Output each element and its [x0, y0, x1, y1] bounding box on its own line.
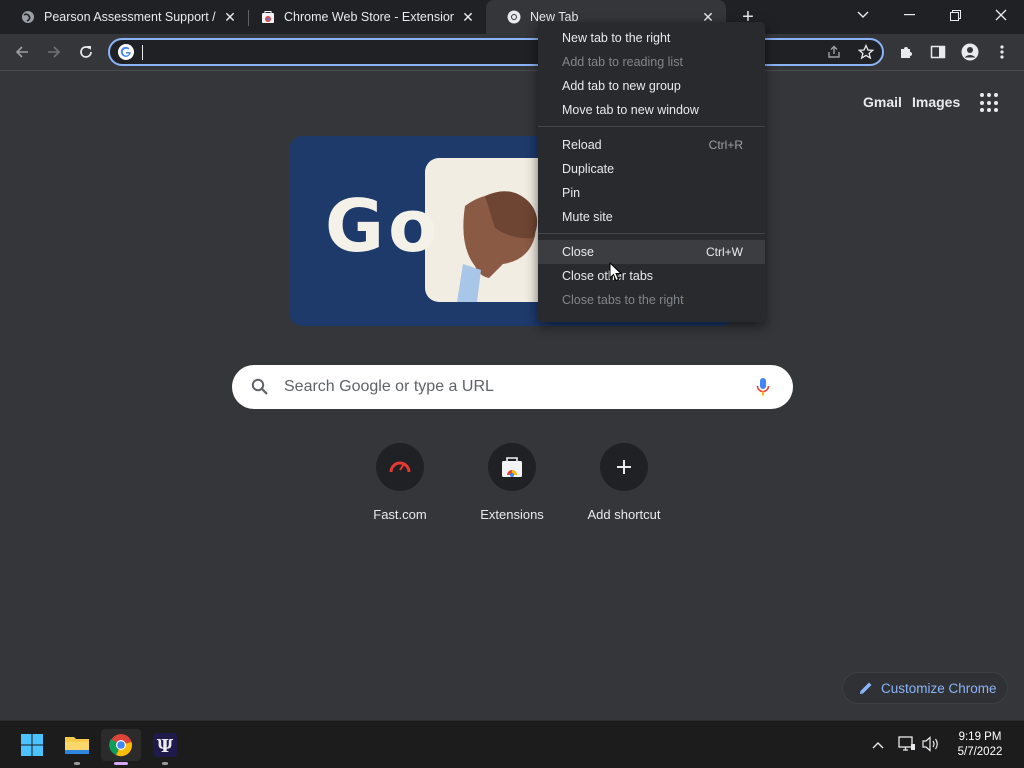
close-tab-icon[interactable]: ✕	[222, 9, 238, 25]
chrome-icon	[506, 9, 522, 25]
shortcut-label: Fast.com	[373, 507, 427, 522]
minimize-button[interactable]	[886, 0, 932, 30]
menu-item-label: Close other tabs	[562, 269, 654, 283]
clock-time: 9:19 PM	[958, 731, 1002, 743]
svg-text:Ψ: Ψ	[157, 736, 174, 757]
share-icon[interactable]	[826, 44, 842, 65]
reload-button[interactable]	[72, 38, 100, 66]
menu-item-reload[interactable]: Reload Ctrl+R	[538, 133, 765, 157]
chrome-taskbar-icon[interactable]	[101, 729, 141, 765]
menu-item-shortcut: Ctrl+W	[706, 245, 743, 259]
file-explorer-icon[interactable]	[57, 729, 97, 765]
pencil-icon	[859, 681, 873, 695]
gmail-link[interactable]: Gmail	[863, 94, 902, 110]
shortcut-fast-com[interactable]: Fast.com	[344, 443, 456, 533]
microphone-icon[interactable]	[755, 377, 771, 397]
menu-item-mute-site[interactable]: Mute site	[538, 205, 765, 229]
taskbar: Ψ	[0, 720, 1024, 768]
volume-icon[interactable]	[922, 736, 940, 755]
forward-button[interactable]	[40, 38, 68, 66]
tab-title: Chrome Web Store - Extensions	[284, 10, 454, 24]
bookmark-star-icon[interactable]	[857, 43, 875, 65]
close-tab-icon[interactable]: ✕	[460, 9, 476, 25]
psi-app-icon[interactable]: Ψ	[145, 729, 185, 765]
close-window-button[interactable]	[978, 0, 1024, 30]
network-icon[interactable]	[898, 736, 916, 755]
menu-item-label: Close	[562, 245, 594, 259]
menu-item-label: Mute site	[562, 210, 613, 224]
restore-button[interactable]	[932, 0, 978, 30]
speedometer-icon	[376, 443, 424, 491]
doodle-text: Go	[325, 184, 442, 268]
address-bar[interactable]	[108, 38, 884, 66]
menu-item-label: Move tab to new window	[562, 103, 699, 117]
extensions-puzzle-icon[interactable]	[892, 38, 920, 66]
tab-strip: Pearson Assessment Support / D ✕ Chrome …	[0, 0, 1024, 34]
menu-item-pin[interactable]: Pin	[538, 181, 765, 205]
menu-item-label: Duplicate	[562, 162, 615, 176]
chrome-web-store-icon	[260, 9, 276, 25]
menu-separator	[538, 126, 765, 127]
shortcut-label: Add shortcut	[587, 507, 661, 522]
text-caret	[142, 45, 143, 60]
menu-item-duplicate[interactable]: Duplicate	[538, 157, 765, 181]
menu-separator	[538, 233, 765, 234]
menu-item-new-tab-right[interactable]: New tab to the right	[538, 26, 765, 50]
shortcut-add[interactable]: Add shortcut	[568, 443, 680, 533]
search-input[interactable]	[284, 375, 744, 399]
tab-title: Pearson Assessment Support / D	[44, 10, 216, 24]
back-button[interactable]	[8, 38, 36, 66]
menu-item-label: Close tabs to the right	[562, 293, 684, 307]
tab-search-chevron-icon[interactable]	[840, 0, 886, 30]
profile-avatar-icon[interactable]	[956, 38, 984, 66]
ntp-search-box[interactable]	[232, 365, 793, 409]
running-indicator	[162, 762, 168, 765]
clock-date: 5/7/2022	[957, 746, 1003, 758]
menu-item-shortcut: Ctrl+R	[708, 138, 743, 152]
shortcut-label: Extensions	[480, 507, 544, 522]
menu-item-label: Reload	[562, 138, 602, 152]
running-indicator	[114, 762, 128, 765]
menu-item-label: New tab to the right	[562, 31, 671, 45]
google-apps-icon[interactable]	[980, 93, 1000, 113]
menu-item-close-tabs-right: Close tabs to the right	[538, 288, 765, 312]
search-icon	[250, 377, 270, 397]
kebab-menu-icon[interactable]	[988, 38, 1016, 66]
toolbar	[0, 34, 1024, 71]
menu-item-label: Pin	[562, 186, 581, 200]
customize-label: Customize Chrome	[881, 680, 997, 696]
customize-chrome-button[interactable]: Customize Chrome	[842, 672, 1008, 704]
plus-icon	[600, 443, 648, 491]
shortcut-extensions[interactable]: Extensions	[456, 443, 568, 533]
windows-start-icon[interactable]	[12, 729, 52, 761]
tab-context-menu: New tab to the right Add tab to reading …	[538, 22, 765, 322]
images-link[interactable]: Images	[912, 94, 960, 110]
tab-pearson[interactable]: Pearson Assessment Support / D ✕	[0, 0, 248, 34]
menu-item-close-other-tabs[interactable]: Close other tabs	[538, 264, 765, 288]
side-panel-icon[interactable]	[924, 38, 952, 66]
menu-item-label: Add tab to reading list	[562, 55, 683, 69]
tab-chrome-web-store[interactable]: Chrome Web Store - Extensions ✕	[240, 0, 486, 34]
system-clock[interactable]: 9:19 PM 5/7/2022	[950, 730, 1010, 760]
globe-icon	[20, 9, 36, 25]
menu-item-add-to-reading-list: Add tab to reading list	[538, 50, 765, 74]
mouse-pointer-icon	[609, 261, 623, 282]
chrome-web-store-icon	[488, 443, 536, 491]
menu-item-move-to-new-window[interactable]: Move tab to new window	[538, 98, 765, 122]
menu-item-label: Add tab to new group	[562, 79, 681, 93]
menu-item-close[interactable]: Close Ctrl+W	[538, 240, 765, 264]
menu-item-add-to-new-group[interactable]: Add tab to new group	[538, 74, 765, 98]
show-hidden-icons-chevron-icon[interactable]	[872, 737, 884, 752]
google-icon	[118, 44, 134, 60]
running-indicator	[74, 762, 80, 765]
